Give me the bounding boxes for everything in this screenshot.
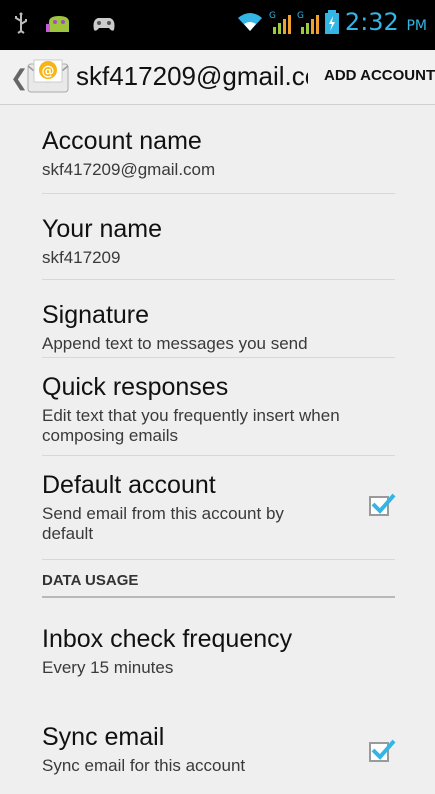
status-bar: G G 2:32 PM: [0, 0, 435, 50]
checkmark-icon: [371, 493, 396, 514]
pref-inbox-check-frequency[interactable]: Inbox check frequency Every 15 minutes: [42, 598, 395, 704]
pref-account-name[interactable]: Account name skf417209@gmail.com: [42, 104, 395, 194]
pref-summary: skf417209@gmail.com: [42, 160, 216, 179]
svg-text:G: G: [269, 11, 276, 21]
settings-list: Account name skf417209@gmail.com Your na…: [0, 104, 435, 794]
pref-default-account[interactable]: Default account Send email from this acc…: [42, 456, 396, 560]
email-app-icon[interactable]: @: [26, 56, 70, 94]
signal-icon: G: [297, 11, 319, 34]
pref-summary: Every 15 minutes: [42, 658, 174, 677]
svg-text:@: @: [42, 64, 55, 79]
pref-summary: skf417209: [42, 248, 121, 267]
pref-summary: Append text to messages you send: [42, 334, 308, 353]
pref-title: Quick responses: [42, 373, 229, 401]
android-icon: [46, 16, 69, 32]
pref-summary: Send email from this account by default: [42, 504, 284, 543]
pref-sync-email[interactable]: Sync email Sync email for this account: [42, 704, 396, 794]
default-account-checkbox[interactable]: [369, 493, 396, 516]
pref-title: Sync email: [42, 723, 165, 751]
pref-title: Inbox check frequency: [42, 625, 293, 653]
pref-title: Signature: [42, 301, 150, 329]
system-icons: G G 2:32 PM: [237, 8, 427, 36]
pref-summary: Sync email for this account: [42, 756, 246, 775]
pref-signature[interactable]: Signature Append text to messages you se…: [42, 280, 395, 358]
pref-title: Default account: [42, 471, 216, 499]
data-usage-header: DATA USAGE: [42, 560, 395, 598]
pref-quick-responses[interactable]: Quick responses Edit text that you frequ…: [42, 358, 395, 456]
notification-icons: [14, 12, 118, 34]
checkmark-icon: [371, 739, 396, 760]
sync-email-checkbox[interactable]: [369, 739, 396, 762]
wifi-icon: [237, 13, 262, 31]
signal-icon: G: [269, 11, 291, 34]
usb-icon: [15, 12, 27, 34]
battery-icon: [324, 10, 339, 34]
pref-your-name[interactable]: Your name skf417209: [42, 194, 395, 280]
svg-text:G: G: [297, 11, 304, 21]
pref-summary: Edit text that you frequently insert whe…: [42, 406, 340, 445]
gamepad-icon: [93, 18, 115, 31]
pref-title: Account name: [42, 127, 202, 155]
account-title: skf417209@gmail.com: [76, 61, 308, 91]
clock: 2:32 PM: [344, 8, 427, 36]
pref-title: Your name: [42, 215, 162, 243]
add-account-button[interactable]: ADD ACCOUNT: [324, 67, 435, 84]
action-bar: ❮ @ skf417209@gmail.com ADD ACCOUNT: [0, 50, 435, 105]
